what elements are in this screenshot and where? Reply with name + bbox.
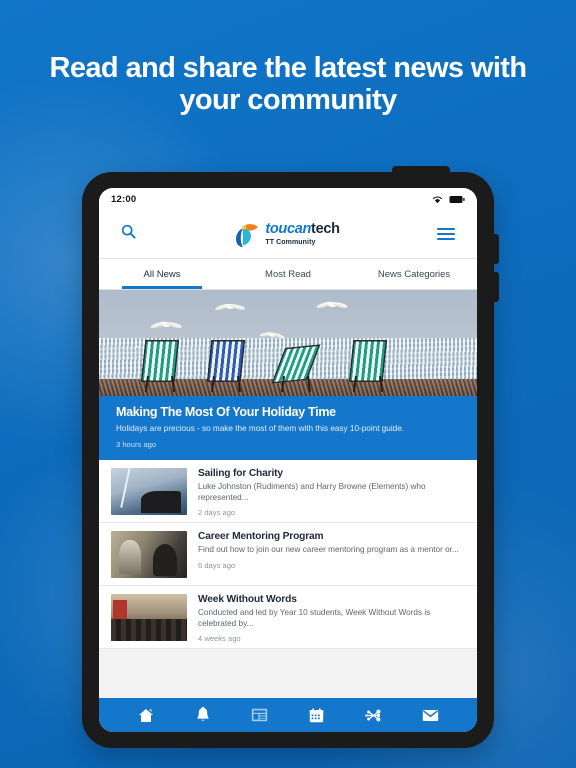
article-text: Career Mentoring Program Find out how to… <box>198 531 463 570</box>
article-thumbnail <box>111 594 187 641</box>
news-list: Sailing for Charity Luke Johnston (Rudim… <box>99 460 477 698</box>
seagull-icon <box>215 302 245 313</box>
nav-news-button[interactable] <box>249 704 271 726</box>
hero-text-panel: Making The Most Of Your Holiday Time Hol… <box>99 396 477 460</box>
article-title: Week Without Words <box>198 594 297 605</box>
menu-line-3 <box>436 238 455 240</box>
promo-headline: Read and share the latest news with your… <box>49 52 528 116</box>
article-thumbnail <box>111 531 187 578</box>
article-thumbnail <box>111 468 187 515</box>
battery-icon <box>449 195 465 203</box>
tab-most-read[interactable]: Most Read <box>225 259 351 289</box>
deck-chair <box>348 340 388 393</box>
logo-text: toucantech TT Community <box>265 221 340 246</box>
deck-chair <box>206 340 246 393</box>
news-tabs: All News Most Read News Categories <box>99 258 477 290</box>
logo-title: toucantech <box>265 221 340 238</box>
seagull-icon <box>316 300 348 312</box>
article-timestamp: 2 days ago <box>198 508 236 517</box>
deck-chair <box>271 344 321 393</box>
news-feed-icon <box>251 708 268 722</box>
status-bar: 12:00 <box>99 188 477 210</box>
nav-network-button[interactable] <box>363 704 385 726</box>
status-bar-indicators <box>432 195 465 204</box>
search-icon <box>121 224 136 239</box>
article-description: Luke Johnston (Rudiments) and Harry Brow… <box>198 482 426 502</box>
bell-notifications-icon <box>196 707 209 721</box>
article-text: Week Without Words Conducted and led by … <box>198 594 463 643</box>
article-title: Sailing for Charity <box>198 468 283 479</box>
news-list-item[interactable]: Week Without Words Conducted and led by … <box>99 586 477 649</box>
article-title: Career Mentoring Program <box>198 531 324 542</box>
toucan-bird-logo-icon <box>236 224 259 247</box>
nav-events-button[interactable] <box>306 704 328 726</box>
bottom-navigation-bar <box>99 698 477 732</box>
deck-chair <box>140 340 180 393</box>
article-text: Sailing for Charity Luke Johnston (Rudim… <box>198 468 463 517</box>
article-timestamp: 6 days ago <box>198 560 236 570</box>
article-description: Conducted and led by Year 10 students, W… <box>198 608 431 628</box>
home-icon <box>138 708 153 722</box>
nav-home-button[interactable] <box>135 704 157 726</box>
network-connections-icon <box>365 709 381 721</box>
nav-notifications-button[interactable] <box>192 704 214 726</box>
news-list-item[interactable]: Career Mentoring Program Find out how to… <box>99 523 477 586</box>
calendar-events-icon <box>309 707 324 722</box>
power-button[interactable] <box>392 166 450 176</box>
app-logo[interactable]: toucantech TT Community <box>233 220 340 248</box>
logo-subtitle: TT Community <box>265 238 316 246</box>
hero-title: Making The Most Of Your Holiday Time <box>116 405 336 419</box>
status-bar-clock: 12:00 <box>111 193 137 205</box>
device-screen: 12:00 toucantech TT Community All News M… <box>99 188 477 732</box>
tab-all-news[interactable]: All News <box>99 259 225 289</box>
hero-image <box>99 290 477 396</box>
search-button[interactable] <box>121 224 136 244</box>
hero-timestamp: 3 hours ago <box>116 440 157 449</box>
menu-line-1 <box>436 228 455 230</box>
app-header: toucantech TT Community <box>99 210 477 258</box>
news-list-item[interactable]: Sailing for Charity Luke Johnston (Rudim… <box>99 460 477 523</box>
menu-line-2 <box>436 233 455 235</box>
promo-screenshot: Read and share the latest news with your… <box>0 0 576 768</box>
nav-mail-button[interactable] <box>420 704 442 726</box>
hero-description: Holidays are precious - so make the most… <box>116 424 405 433</box>
envelope-mail-icon <box>422 709 439 721</box>
seagull-icon <box>150 320 182 332</box>
article-timestamp: 4 weeks ago <box>198 634 241 643</box>
volume-up-button[interactable] <box>493 234 499 264</box>
article-description: Find out how to join our new career ment… <box>198 545 459 554</box>
hero-article[interactable]: Making The Most Of Your Holiday Time Hol… <box>99 290 477 460</box>
tablet-device-frame: 12:00 toucantech TT Community All News M… <box>82 166 499 748</box>
tab-news-categories[interactable]: News Categories <box>351 259 477 289</box>
wifi-icon <box>432 196 443 203</box>
hamburger-menu-icon[interactable] <box>436 228 455 240</box>
volume-down-button[interactable] <box>493 272 499 302</box>
